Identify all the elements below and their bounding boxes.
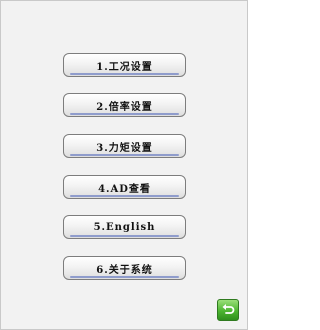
menu-button-ratio-settings[interactable]: 2.倍率设置: [63, 93, 186, 117]
back-button[interactable]: [217, 299, 239, 321]
return-arrow-icon: [222, 304, 235, 314]
menu-button-label: 5.English: [93, 221, 156, 233]
menu-button-work-condition-settings[interactable]: 1.工况设置: [63, 53, 186, 77]
menu-button-torque-settings[interactable]: 3.力矩设置: [63, 134, 186, 158]
menu-button-label: 1.工况设置: [96, 61, 153, 73]
menu-button-english[interactable]: 5.English: [63, 215, 186, 239]
menu-button-ad-view[interactable]: 4.AD查看: [63, 175, 186, 199]
menu-button-label: 3.力矩设置: [96, 142, 153, 154]
menu-button-label: 2.倍率设置: [96, 101, 153, 113]
menu-button-label: 6.关于系统: [96, 264, 153, 276]
menu-button-label: 4.AD查看: [98, 183, 151, 195]
main-menu-screen: 1.工况设置 2.倍率设置 3.力矩设置 4.AD查看 5.English 6.…: [0, 0, 248, 330]
menu-button-about-system[interactable]: 6.关于系统: [63, 256, 186, 280]
